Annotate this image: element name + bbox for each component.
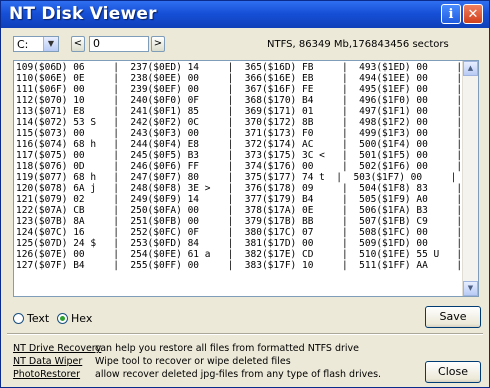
prev-sector-button[interactable]: <: [71, 36, 85, 52]
sector-input[interactable]: 0: [89, 36, 149, 52]
chevron-down-icon[interactable]: ▼: [43, 37, 58, 51]
hex-rows: 109($06D) 06 | 237($0ED) 14 | 365($16D) …: [16, 62, 462, 271]
promo-link-photorestorer[interactable]: PhotoRestorer: [13, 369, 80, 380]
drive-select[interactable]: C: ▼: [13, 36, 59, 52]
close-window-button[interactable]: ✕: [463, 4, 483, 24]
window-title: NT Disk Viewer: [9, 4, 157, 24]
promo-link-nt-data-wiper[interactable]: NT Data Wiper: [13, 356, 82, 367]
hex-row: 125($07D) 24 $ | 253($0FD) 84 | 381($17D…: [16, 238, 463, 249]
hex-view-pane[interactable]: 109($06D) 06 | 237($0ED) 14 | 365($16D) …: [13, 60, 479, 297]
divider: [7, 333, 483, 335]
radio-selected-dot: [60, 316, 65, 321]
hex-row: 114($072) 53 S | 242($0F2) 0C | 370($172…: [16, 117, 463, 128]
hex-row: 110($06E) 0E | 238($0EE) 00 | 366($16E) …: [16, 73, 463, 84]
hex-radio-label: Hex: [71, 312, 93, 325]
save-button[interactable]: Save: [425, 306, 481, 328]
hex-row: 127($07F) B4 | 255($0FF) 00 | 383($17F) …: [16, 260, 463, 271]
hex-row: 122($07A) CB | 250($0FA) 00 | 378($17A) …: [16, 205, 463, 216]
hex-row: 111($06F) 00 | 239($0EF) 00 | 367($16F) …: [16, 84, 463, 95]
text-radio[interactable]: [13, 313, 24, 324]
promo-link-nt-drive-recovery[interactable]: NT Drive Recovery: [13, 343, 101, 354]
title-bar[interactable]: NT Disk Viewer i ✕: [1, 1, 489, 28]
hex-row: 120($078) 6A j | 248($0F8) 3E > | 376($1…: [16, 183, 463, 194]
hex-row: 118($076) 0D | 246($0F6) FF | 374($176) …: [16, 161, 463, 172]
toolbar: C: ▼ < 0 > NTFS, 86349 Mb,176843456 sect…: [1, 28, 489, 58]
hex-row: 124($07C) 16 | 252($0FC) 0F | 380($17C) …: [16, 227, 463, 238]
drive-info-text: NTFS, 86349 Mb,176843456 sectors: [267, 39, 449, 50]
hex-row: 113($071) E8 | 241($0F1) 85 | 369($171) …: [16, 106, 463, 117]
hex-row: 119($077) 68 h | 247($0F7) 80 | 375($177…: [16, 172, 457, 183]
hex-row: 121($079) 02 | 249($0F9) 14 | 377($179) …: [16, 194, 463, 205]
scroll-down-icon[interactable]: ▼: [463, 281, 478, 296]
promo-desc: Wipe tool to recover or wipe deleted fil…: [95, 356, 291, 367]
text-radio-label: Text: [27, 312, 50, 325]
hex-row: 123($07B) 8A | 251($0FB) 00 | 379($17B) …: [16, 216, 463, 227]
next-sector-button[interactable]: >: [151, 36, 165, 52]
hex-radio[interactable]: [57, 313, 68, 324]
promo-desc: allow recover deleted jpg-files from any…: [95, 369, 382, 380]
close-button[interactable]: Close: [425, 361, 481, 383]
promo-desc: can help you restore all files from form…: [95, 343, 360, 354]
main-window: NT Disk Viewer i ✕ C: ▼ < 0 > NTFS, 8634…: [0, 0, 490, 388]
drive-select-value: C:: [17, 38, 29, 51]
hex-row: 109($06D) 06 | 237($0ED) 14 | 365($16D) …: [16, 62, 463, 73]
vertical-scrollbar[interactable]: ▲ ▼: [462, 61, 478, 296]
hex-row: 117($075) 00 | 245($0F5) B3 | 373($175) …: [16, 150, 463, 161]
hex-row: 126($07E) 00 | 254($0FE) 61 a | 382($17E…: [16, 249, 463, 260]
hex-row: 112($070) 10 | 240($0F0) 0F | 368($170) …: [16, 95, 463, 106]
hex-row: 116($074) 68 h | 244($0F4) E8 | 372($174…: [16, 139, 463, 150]
hex-row: 115($073) 00 | 243($0F3) 00 | 371($173) …: [16, 128, 463, 139]
scroll-up-icon[interactable]: ▲: [463, 61, 478, 76]
info-icon[interactable]: i: [441, 4, 461, 24]
